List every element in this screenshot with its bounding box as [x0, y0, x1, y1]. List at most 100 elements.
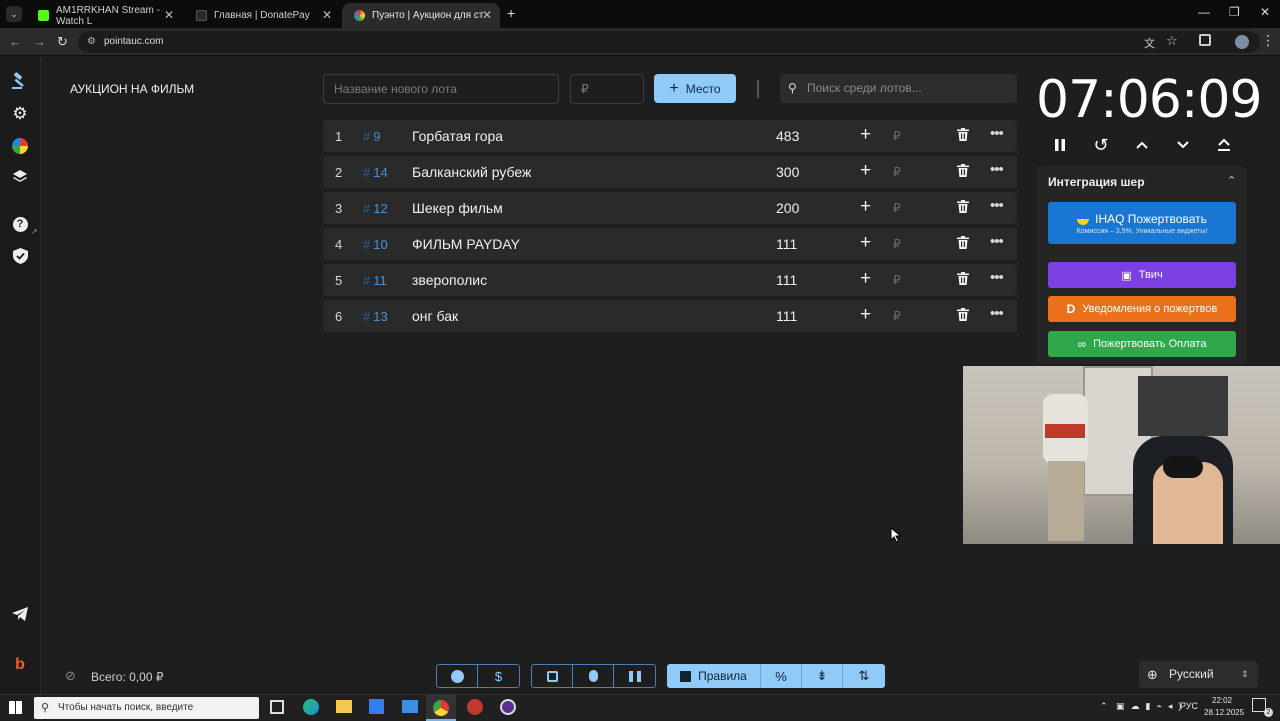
clock-date[interactable]: 28.12.2025 — [1204, 708, 1244, 717]
lot-row[interactable]: 6 #13 онг бак 111 + ₽ ••• — [323, 300, 1017, 332]
chrome-icon[interactable] — [426, 695, 456, 721]
timer-double-up-icon[interactable] — [1214, 135, 1234, 155]
add-amount-icon[interactable]: + — [860, 196, 871, 218]
task-view-icon[interactable] — [270, 700, 284, 714]
more-options-icon[interactable]: ••• — [990, 233, 1004, 250]
input-language[interactable]: РУС — [1180, 701, 1198, 711]
lot-name[interactable]: онг бак — [412, 308, 458, 324]
forward-icon[interactable]: → — [33, 34, 46, 49]
store-icon[interactable] — [369, 699, 384, 714]
pause-icon[interactable] — [1050, 135, 1070, 155]
lot-amount[interactable]: 111 — [776, 308, 797, 324]
more-options-icon[interactable]: ••• — [990, 305, 1004, 322]
ihaq-donate-button[interactable]: IHAQ Пожертвовать Комиссия – 3,5%. Уника… — [1048, 202, 1236, 244]
lot-amount[interactable]: 111 — [776, 236, 797, 252]
windows-start-icon[interactable] — [9, 701, 22, 714]
reload-icon[interactable]: ↻ — [57, 34, 68, 50]
lot-row[interactable]: 1 #9 Горбатая гора 483 + ₽ ••• — [323, 120, 1017, 152]
lot-search-input[interactable]: ⚲ Поиск среди лотов... — [780, 74, 1017, 103]
lot-amount[interactable]: 300 — [776, 164, 799, 180]
close-window-icon[interactable]: ✕ — [1260, 5, 1270, 19]
gavel-icon[interactable] — [10, 71, 30, 91]
lot-amount-input[interactable]: ₽ — [570, 74, 644, 104]
tab-donatepay[interactable]: Главная | DonatePay ✕ — [184, 3, 340, 28]
lot-amount-input[interactable]: ₽ — [893, 129, 901, 143]
donate-pay-button[interactable]: ∞ Пожертвовать Оплата — [1048, 331, 1236, 357]
translate-icon[interactable]: 文 — [1144, 35, 1155, 51]
add-amount-icon[interactable]: + — [860, 124, 871, 146]
taskbar-search[interactable]: ⚲ Чтобы начать поиск, введите — [34, 697, 259, 719]
twitch-button[interactable]: ▣ Твич — [1048, 262, 1236, 288]
lot-amount-input[interactable]: ₽ — [893, 237, 901, 251]
lot-row[interactable]: 4 #10 ФИЛЬМ PAYDAY 111 + ₽ ••• — [323, 228, 1017, 260]
settings-icon[interactable]: ⚙ — [10, 104, 30, 124]
lot-amount-input[interactable]: ₽ — [893, 273, 901, 287]
trash-icon[interactable] — [957, 128, 969, 146]
telegram-icon[interactable] — [10, 604, 30, 624]
percent-button[interactable]: % — [761, 664, 802, 688]
extensions-icon[interactable] — [1199, 34, 1211, 46]
more-options-icon[interactable]: ••• — [990, 125, 1004, 142]
tab-list-chevron-icon[interactable]: ⌄ — [6, 6, 22, 22]
lot-amount[interactable]: 111 — [776, 272, 797, 288]
language-select[interactable]: ⊕ Русский ⇕ — [1139, 661, 1258, 688]
lot-amount-input[interactable]: ₽ — [893, 165, 901, 179]
lot-amount-input[interactable]: ₽ — [893, 201, 901, 215]
lot-name[interactable]: Шекер фильм — [412, 200, 503, 216]
donate-button[interactable]: $ — [478, 665, 519, 687]
more-options-icon[interactable]: ••• — [990, 161, 1004, 178]
reset-timer-icon[interactable]: ↺ — [1091, 135, 1111, 155]
profile-avatar[interactable] — [1235, 35, 1249, 49]
lot-row[interactable]: 3 #12 Шекер фильм 200 + ₽ ••• — [323, 192, 1017, 224]
donation-alerts-button[interactable]: D Уведомления о пожертвов — [1048, 296, 1236, 322]
lot-amount[interactable]: 200 — [776, 200, 799, 216]
collapse-chevron-icon[interactable]: ⌃ — [1227, 174, 1236, 187]
trash-icon[interactable] — [957, 308, 969, 326]
wheel-icon[interactable] — [10, 136, 30, 156]
lot-name[interactable]: ФИЛЬМ PAYDAY — [412, 236, 520, 252]
more-options-icon[interactable]: ••• — [990, 197, 1004, 214]
tray-chevron-icon[interactable]: ⌃ — [1100, 701, 1108, 712]
clear-lots-button[interactable] — [614, 665, 655, 687]
layers-icon[interactable] — [10, 167, 30, 187]
close-tab-icon[interactable]: ✕ — [482, 8, 492, 22]
tab-kick[interactable]: AM1RRKHAN Stream - Watch L ✕ — [26, 3, 182, 28]
new-tab-button[interactable]: + — [507, 5, 515, 21]
more-options-icon[interactable]: ••• — [990, 269, 1004, 286]
add-amount-icon[interactable]: + — [860, 232, 871, 254]
bug-report-button[interactable] — [573, 665, 614, 687]
url-field[interactable]: ⚙ pointauc.com — [78, 31, 1260, 53]
lot-amount[interactable]: 483 — [776, 128, 799, 144]
tab-pointauc[interactable]: Пуэнто | Аукцион для стримеро ✕ — [342, 3, 500, 28]
minimize-icon[interactable]: — — [1198, 5, 1210, 19]
bookmark-star-icon[interactable]: ☆ — [1166, 33, 1178, 49]
clock-time[interactable]: 22:02 — [1212, 696, 1232, 705]
site-info-icon[interactable]: ⚙ — [87, 31, 96, 53]
edge-icon[interactable] — [303, 699, 319, 715]
lot-amount-input[interactable]: ₽ — [893, 309, 901, 323]
sort-button[interactable]: ⇅ — [843, 664, 885, 688]
add-amount-icon[interactable]: + — [860, 304, 871, 326]
lot-name[interactable]: Горбатая гора — [412, 128, 503, 144]
app-icon[interactable] — [467, 699, 483, 715]
trash-icon[interactable] — [957, 200, 969, 218]
explorer-icon[interactable] — [336, 700, 352, 713]
lot-name[interactable]: зверополис — [412, 272, 487, 288]
new-lot-name-input[interactable]: Название нового лота — [323, 74, 559, 104]
add-amount-icon[interactable]: + — [860, 268, 871, 290]
close-tab-icon[interactable]: ✕ — [322, 8, 332, 22]
lot-row[interactable]: 2 #14 Балканский рубеж 300 + ₽ ••• — [323, 156, 1017, 188]
trash-icon[interactable] — [957, 164, 969, 182]
github-button[interactable] — [437, 665, 478, 687]
shield-icon[interactable] — [10, 246, 30, 266]
rules-button[interactable]: Правила — [667, 664, 761, 688]
hide-eye-icon[interactable]: ⊘ — [65, 668, 76, 684]
close-tab-icon[interactable]: ✕ — [164, 8, 174, 22]
lot-row[interactable]: 5 #11 зверополис 111 + ₽ ••• — [323, 264, 1017, 296]
compact-view-button[interactable]: ⇟ — [802, 664, 843, 688]
trash-icon[interactable] — [957, 236, 969, 254]
add-lot-button[interactable]: + Место — [654, 74, 736, 103]
add-amount-icon[interactable]: + — [860, 160, 871, 182]
save-button[interactable] — [532, 665, 573, 687]
obs-icon[interactable] — [500, 699, 516, 715]
